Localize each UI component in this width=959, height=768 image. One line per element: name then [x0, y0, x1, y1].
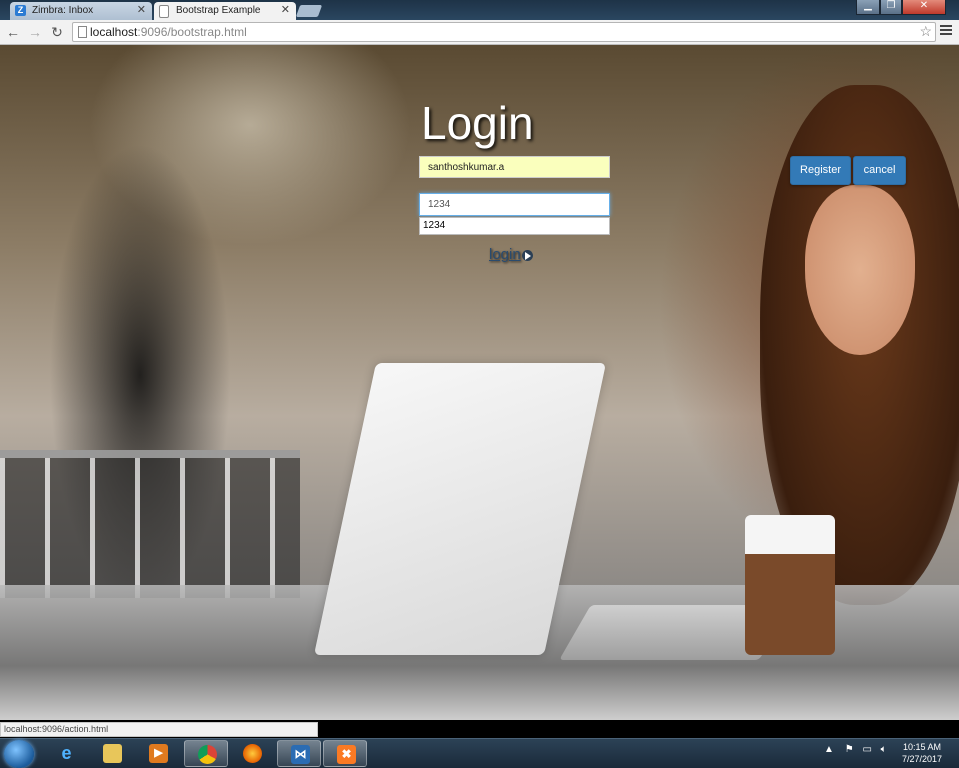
page-icon	[78, 26, 87, 38]
background-photo-cup	[745, 515, 835, 655]
tab-zimbra-inbox[interactable]: Z Zimbra: Inbox ✕	[10, 2, 152, 20]
login-link[interactable]: login	[489, 246, 533, 263]
close-window-button[interactable]: ✕	[902, 0, 946, 15]
address-url: localhost:9096/bootstrap.html	[90, 25, 247, 39]
reload-icon[interactable]: ↻	[48, 23, 66, 41]
password-input[interactable]	[419, 193, 610, 216]
autocomplete-suggestion[interactable]: 1234	[420, 218, 609, 234]
taskbar-clock[interactable]: 10:15 AM 7/27/2017	[892, 741, 952, 765]
taskbar-item-chrome[interactable]	[184, 740, 228, 767]
file-explorer-icon	[103, 744, 122, 763]
background-photo-face	[805, 185, 915, 355]
visual-studio-icon: ⋈	[291, 745, 310, 764]
browser-toolbar: ← → ↻ localhost:9096/bootstrap.html ☆	[0, 20, 959, 45]
register-button[interactable]: Register	[790, 156, 851, 185]
media-player-icon: ▶	[149, 744, 168, 763]
username-input[interactable]	[419, 156, 610, 178]
clock-time: 10:15 AM	[902, 742, 942, 752]
bookmark-star-icon[interactable]: ☆	[919, 23, 932, 40]
action-center-flag-icon[interactable]: ⚑	[845, 744, 854, 755]
page-icon	[159, 5, 169, 18]
volume-icon[interactable]: 🔈︎	[881, 744, 887, 755]
firefox-icon	[243, 744, 262, 763]
taskbar-item-file-explorer[interactable]	[90, 740, 134, 767]
browser-tabstrip: Z Zimbra: Inbox ✕ Bootstrap Example ✕ ▁ …	[0, 0, 959, 20]
system-tray: ▲ ⚑ ▭ 🔈︎	[824, 744, 887, 755]
minimize-button[interactable]: ▁	[856, 0, 880, 15]
taskbar-item-media-player[interactable]: ▶	[136, 740, 180, 767]
start-button[interactable]	[4, 740, 34, 768]
taskbar-item-visual-studio[interactable]: ⋈	[277, 740, 321, 767]
close-tab-icon[interactable]: ✕	[281, 2, 290, 19]
autocomplete-dropdown: 1234	[419, 217, 610, 235]
taskbar-item-internet-explorer[interactable]: e	[44, 740, 88, 767]
login-link-label: login	[489, 246, 521, 263]
tab-title: Zimbra: Inbox	[32, 5, 94, 16]
cancel-button[interactable]: cancel	[853, 156, 906, 185]
status-url-bubble: localhost:9096/action.html	[0, 722, 318, 737]
login-heading: Login	[421, 97, 534, 149]
xampp-icon: ✖	[337, 745, 356, 764]
background-photo-chair	[0, 450, 300, 598]
menu-icon[interactable]	[940, 25, 952, 39]
network-icon[interactable]: ▭	[862, 744, 871, 755]
chrome-icon	[198, 745, 217, 764]
windows-taskbar: e ▶ ⋈ ✖ ▲ ⚑ ▭ 🔈︎ 10:15 AM 7/27/2017	[0, 738, 959, 768]
internet-explorer-icon: e	[61, 743, 72, 763]
forward-icon[interactable]: →	[26, 23, 44, 41]
address-bar[interactable]: localhost:9096/bootstrap.html ☆	[72, 22, 936, 42]
taskbar-item-firefox[interactable]	[230, 740, 274, 767]
clock-date: 7/27/2017	[901, 754, 943, 764]
tab-bootstrap-example[interactable]: Bootstrap Example ✕	[154, 2, 296, 20]
restore-button[interactable]: ❐	[880, 0, 902, 15]
close-tab-icon[interactable]: ✕	[137, 2, 146, 19]
tab-title: Bootstrap Example	[176, 5, 261, 16]
arrow-right-icon	[521, 249, 533, 261]
page-viewport: Login 1234 login Register cancel	[0, 45, 959, 720]
new-tab-button[interactable]	[295, 5, 323, 17]
back-icon[interactable]: ←	[4, 23, 22, 41]
taskbar-item-xampp[interactable]: ✖	[323, 740, 367, 767]
zimbra-icon: Z	[15, 5, 26, 16]
show-hidden-icons-icon[interactable]: ▲	[824, 744, 834, 755]
